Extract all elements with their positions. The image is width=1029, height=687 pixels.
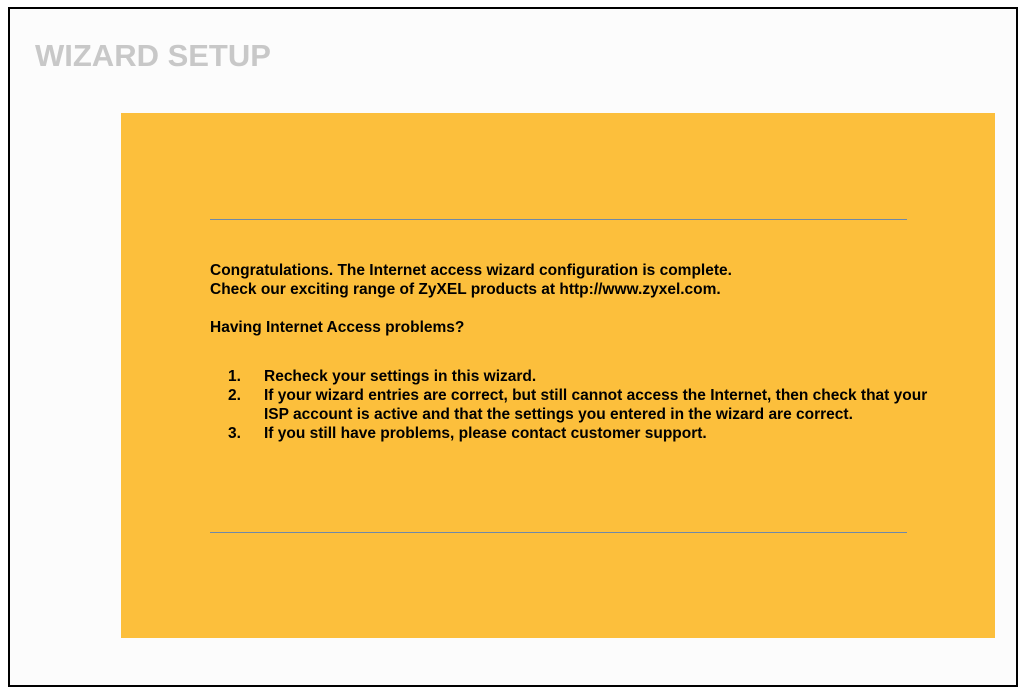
step-number: 1. <box>228 368 241 385</box>
zyxel-products-text: Check our exciting range of ZyXEL produc… <box>210 281 721 298</box>
page-title: WIZARD SETUP <box>35 38 271 73</box>
problems-heading: Having Internet Access problems? <box>210 319 465 336</box>
bottom-divider <box>210 532 907 533</box>
panel-content: Congratulations. The Internet access wiz… <box>210 261 930 443</box>
list-item: 1. Recheck your settings in this wizard. <box>210 367 930 386</box>
step-number: 3. <box>228 425 241 442</box>
top-divider <box>210 219 907 220</box>
wizard-complete-panel: Congratulations. The Internet access wiz… <box>121 113 995 638</box>
wizard-window: WIZARD SETUP Congratulations. The Intern… <box>8 7 1018 687</box>
step-text: If you still have problems, please conta… <box>264 425 707 442</box>
list-item: 3. If you still have problems, please co… <box>210 424 930 443</box>
troubleshooting-steps: 1. Recheck your settings in this wizard.… <box>210 367 930 443</box>
step-text: If your wizard entries are correct, but … <box>264 387 928 423</box>
list-item: 2. If your wizard entries are correct, b… <box>210 386 930 424</box>
step-text: Recheck your settings in this wizard. <box>264 368 537 385</box>
step-number: 2. <box>228 387 241 404</box>
congratulations-text: Congratulations. The Internet access wiz… <box>210 262 732 279</box>
